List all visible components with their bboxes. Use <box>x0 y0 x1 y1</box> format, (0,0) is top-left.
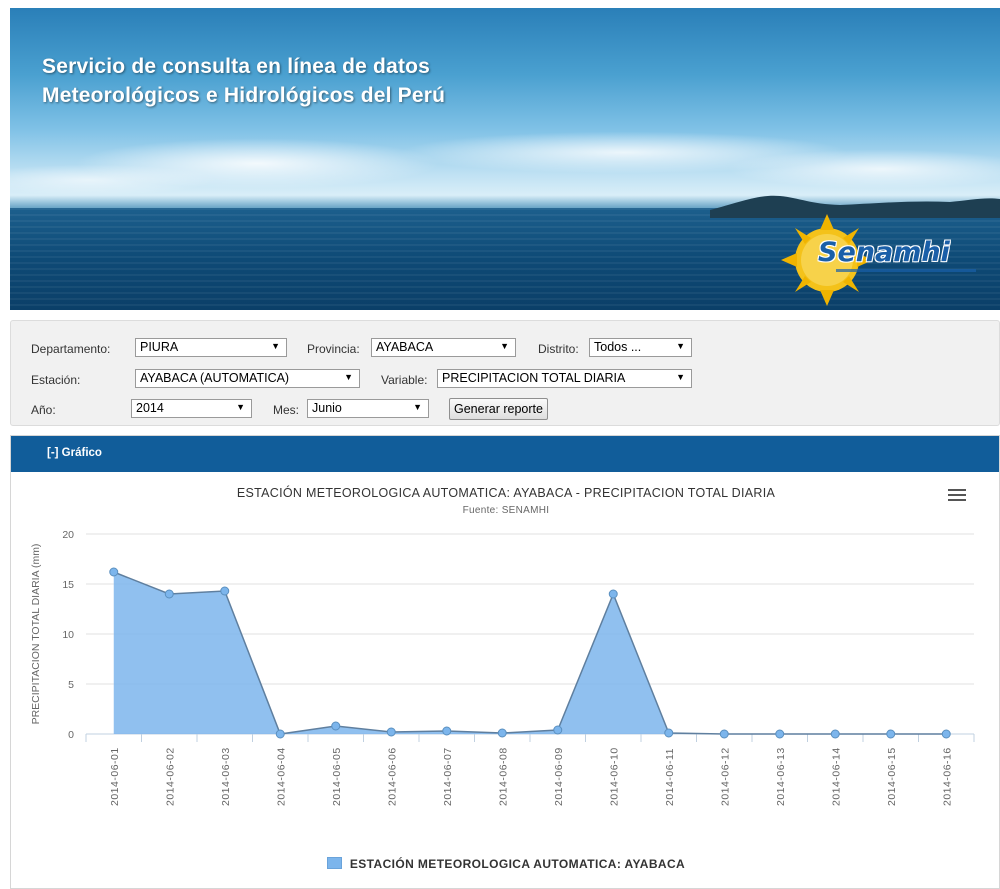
chart-legend[interactable]: ESTACIÓN METEOROLOGICA AUTOMATICA: AYABA… <box>11 857 1000 871</box>
legend-label: ESTACIÓN METEOROLOGICA AUTOMATICA: AYABA… <box>349 857 686 871</box>
mes-value: Junio <box>312 401 342 415</box>
data-point <box>886 729 896 739</box>
logo-underline <box>836 269 976 272</box>
estacion-value: AYABACA (AUTOMATICA) <box>140 371 290 385</box>
y-tick-label: 5 <box>68 679 74 691</box>
departamento-select[interactable]: PIURA ▼ <box>135 338 287 357</box>
estacion-select[interactable]: AYABACA (AUTOMATICA) ▼ <box>135 369 360 388</box>
data-point <box>497 728 507 738</box>
x-tick-label: 2014-06-12 <box>719 747 731 806</box>
data-point <box>275 729 285 739</box>
chevron-down-icon: ▼ <box>676 341 685 351</box>
mes-select[interactable]: Junio ▼ <box>307 399 429 418</box>
data-point <box>553 725 563 735</box>
x-tick-label: 2014-06-16 <box>941 747 953 806</box>
x-tick-label: 2014-06-10 <box>608 747 620 806</box>
chevron-down-icon: ▼ <box>413 402 422 412</box>
x-tick-label: 2014-06-15 <box>886 747 898 806</box>
data-point <box>664 728 674 738</box>
x-tick-label: 2014-06-11 <box>664 748 676 806</box>
x-tick-label: 2014-06-03 <box>220 747 232 806</box>
x-tick-label: 2014-06-09 <box>553 747 565 806</box>
data-point <box>775 729 785 739</box>
data-point <box>331 721 341 731</box>
banner-title: Servicio de consulta en línea de datos M… <box>42 52 445 110</box>
filter-form: Departamento: PIURA ▼ Provincia: AYABACA… <box>10 320 1000 426</box>
x-tick-label: 2014-06-02 <box>164 747 176 806</box>
departamento-value: PIURA <box>140 340 179 354</box>
provincia-select[interactable]: AYABACA ▼ <box>371 338 516 357</box>
chevron-down-icon: ▼ <box>236 402 245 412</box>
variable-label: Variable: <box>381 373 428 387</box>
y-tick-label: 10 <box>62 629 74 641</box>
senamhi-logo: Senamhi <box>780 213 990 308</box>
y-tick-label: 20 <box>62 529 74 541</box>
provincia-value: AYABACA <box>376 340 434 354</box>
x-tick-label: 2014-06-05 <box>331 747 343 806</box>
variable-select[interactable]: PRECIPITACION TOTAL DIARIA ▼ <box>437 369 692 388</box>
anio-select[interactable]: 2014 ▼ <box>131 399 252 418</box>
departamento-label: Departamento: <box>31 342 111 356</box>
y-tick-label: 15 <box>62 579 74 591</box>
x-tick-label: 2014-06-01 <box>109 747 121 806</box>
distrito-select[interactable]: Todos ... ▼ <box>589 338 692 357</box>
chart-panel: [-] Gráfico ESTACIÓN METEOROLOGICA AUTOM… <box>10 435 1000 889</box>
chevron-down-icon: ▼ <box>271 341 280 351</box>
data-point <box>164 589 174 599</box>
data-point <box>608 589 618 599</box>
data-point <box>386 727 396 737</box>
distrito-value: Todos ... <box>594 340 642 354</box>
x-tick-label: 2014-06-14 <box>830 747 842 806</box>
variable-value: PRECIPITACION TOTAL DIARIA <box>442 371 626 385</box>
header-banner: Servicio de consulta en línea de datos M… <box>10 8 1000 310</box>
x-tick-label: 2014-06-04 <box>275 747 287 806</box>
data-point <box>109 567 119 577</box>
x-tick-label: 2014-06-06 <box>386 747 398 806</box>
anio-label: Año: <box>31 403 56 417</box>
estacion-label: Estación: <box>31 373 81 387</box>
chart-plot: 0 5 10 15 20 PRECIPITACION TOTAL DIARIA (mm) 2… <box>30 529 975 806</box>
mes-label: Mes: <box>273 403 300 417</box>
banner-title-line1: Servicio de consulta en línea de datos <box>42 55 431 78</box>
chevron-down-icon: ▼ <box>676 372 685 382</box>
x-tick-label: 2014-06-07 <box>442 747 454 806</box>
x-tick-label: 2014-06-08 <box>497 747 509 806</box>
y-axis-label: PRECIPITACION TOTAL DIARIA (mm) <box>30 544 42 725</box>
generate-report-button[interactable]: Generar reporte <box>449 398 548 420</box>
data-point <box>830 729 840 739</box>
chevron-down-icon: ▼ <box>344 372 353 382</box>
data-point <box>941 729 951 739</box>
provincia-label: Provincia: <box>307 342 360 356</box>
series-area <box>113 572 947 734</box>
legend-swatch <box>326 857 342 869</box>
data-point <box>220 586 230 596</box>
data-point <box>442 726 452 736</box>
anio-value: 2014 <box>136 401 164 415</box>
x-tick-label: 2014-06-13 <box>775 747 787 806</box>
data-point <box>719 729 729 739</box>
chevron-down-icon: ▼ <box>500 341 509 351</box>
y-tick-label: 0 <box>68 729 74 741</box>
distrito-label: Distrito: <box>538 342 579 356</box>
logo-text: Senamhi <box>818 237 950 268</box>
banner-title-line2: Meteorológicos e Hidrológicos del Perú <box>42 84 446 107</box>
